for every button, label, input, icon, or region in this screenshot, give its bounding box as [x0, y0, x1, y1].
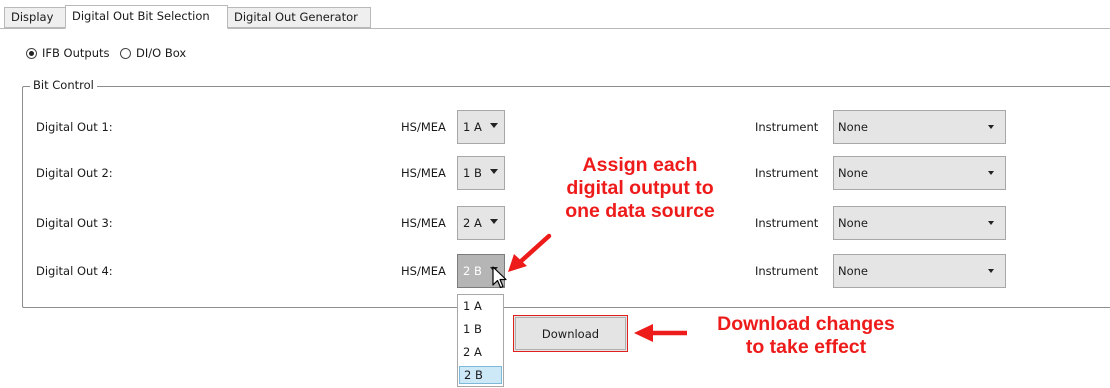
radio-unchecked-icon [120, 47, 131, 59]
digital-out-3-instrument-value: None [838, 216, 869, 230]
digital-out-2-hs-select[interactable]: 1 B [457, 156, 505, 190]
download-button[interactable]: Download [513, 315, 628, 352]
dropdown-option-1b[interactable]: 1 B [459, 320, 502, 338]
digital-out-3-hs-select[interactable]: 2 A [457, 206, 505, 240]
bit-control-title: Bit Control [30, 78, 97, 92]
download-button-label: Download [541, 326, 600, 341]
assign-annotation: Assign each digital output to one data s… [540, 154, 740, 223]
chevron-down-icon [490, 169, 498, 174]
hs-dropdown-list: 1 A 1 B 2 A 2 B [457, 294, 504, 387]
chevron-down-icon [988, 269, 994, 273]
digital-out-4-instrument-value: None [838, 264, 869, 278]
tab-strip: Display Digital Out Bit Selection Digita… [0, 0, 1110, 29]
digital-out-2-instrument-select[interactable]: None [833, 156, 1006, 190]
radio-dio-box-label: DI/O Box [136, 46, 187, 60]
radio-dio-box[interactable]: DI/O Box [120, 45, 186, 61]
tab-digital-out-generator[interactable]: Digital Out Generator [227, 7, 371, 28]
arrow-download-icon [634, 324, 687, 342]
digital-out-3-label: Digital Out 3: [36, 216, 113, 230]
hs-mea-label: HS/MEA [401, 166, 446, 180]
tab-display[interactable]: Display [4, 7, 66, 28]
digital-out-2-instrument-value: None [838, 166, 869, 180]
dropdown-option-2a[interactable]: 2 A [459, 343, 502, 361]
digital-out-2-hs-value: 1 B [463, 166, 482, 180]
chevron-down-icon [988, 125, 994, 129]
digital-out-1-label: Digital Out 1: [36, 120, 113, 134]
tab-digital-out-bit-selection[interactable]: Digital Out Bit Selection [65, 5, 228, 29]
chevron-down-icon [490, 219, 498, 224]
digital-out-1-hs-select[interactable]: 1 A [457, 110, 505, 144]
assign-annotation-line: Assign each [582, 154, 698, 176]
hs-mea-label: HS/MEA [401, 216, 446, 230]
radio-ifb-outputs[interactable]: IFB Outputs [26, 45, 110, 61]
arrow-assign-icon [508, 233, 552, 272]
digital-out-1-hs-value: 1 A [463, 120, 482, 134]
download-annotation-line: Download changes [717, 313, 895, 335]
chevron-down-icon [988, 221, 994, 225]
instrument-label: Instrument [755, 120, 819, 134]
instrument-label: Instrument [755, 166, 819, 180]
radio-checked-icon [26, 47, 37, 59]
dropdown-option-1a[interactable]: 1 A [459, 297, 502, 315]
digital-out-4-hs-value: 2 B [463, 264, 482, 278]
chevron-down-icon [988, 171, 994, 175]
assign-annotation-line: one data source [565, 200, 715, 222]
digital-out-4-instrument-select[interactable]: None [833, 254, 1006, 288]
digital-out-2-label: Digital Out 2: [36, 166, 113, 180]
radio-ifb-outputs-label: IFB Outputs [42, 46, 110, 60]
assign-annotation-line: digital output to [566, 177, 714, 199]
digital-out-3-instrument-select[interactable]: None [833, 206, 1006, 240]
download-annotation-line: to take effect [745, 336, 867, 358]
hs-mea-label: HS/MEA [401, 264, 446, 278]
dropdown-option-2b[interactable]: 2 B [459, 366, 502, 384]
digital-out-3-hs-value: 2 A [463, 216, 482, 230]
download-annotation: Download changes to take effect [686, 313, 926, 359]
instrument-label: Instrument [755, 264, 819, 278]
instrument-label: Instrument [755, 216, 819, 230]
hs-mea-label: HS/MEA [401, 120, 446, 134]
digital-out-1-instrument-value: None [838, 120, 869, 134]
chevron-down-icon [490, 123, 498, 128]
digital-out-4-label: Digital Out 4: [36, 264, 113, 278]
digital-out-1-instrument-select[interactable]: None [833, 110, 1006, 144]
